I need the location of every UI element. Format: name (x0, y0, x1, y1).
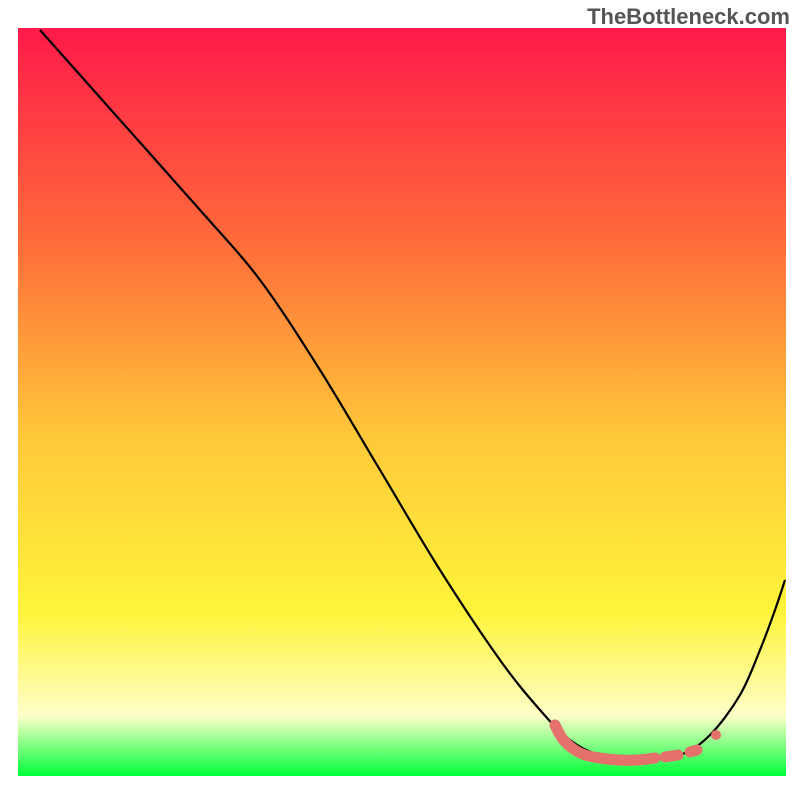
bottom-marker-dot (690, 750, 697, 752)
bottom-marker-dash1 (665, 755, 678, 757)
watermark-text: TheBottleneck.com (587, 4, 790, 30)
highlight-dot (711, 730, 721, 740)
chart-svg (0, 0, 800, 800)
chart-background (18, 28, 786, 776)
chart-container: TheBottleneck.com (0, 0, 800, 800)
